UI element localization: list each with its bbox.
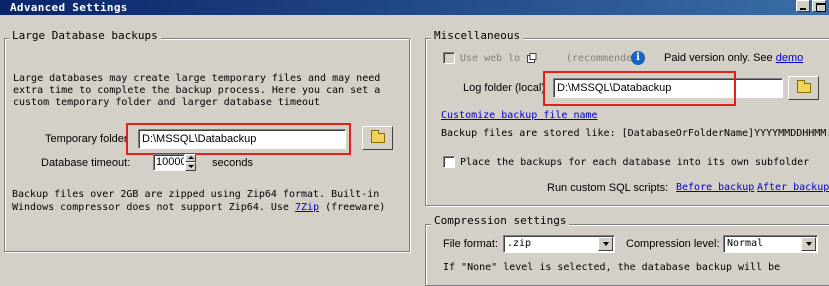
file-format-value: .zip <box>507 238 532 249</box>
before-backup-link[interactable]: Before backup <box>676 182 754 193</box>
log-folder-browse-button[interactable] <box>788 76 819 100</box>
log-folder-highlight <box>543 71 736 106</box>
subfolder-label: Place the backups for each database into… <box>460 157 810 168</box>
log-folder-label: Log folder (local) <box>463 82 545 94</box>
title-bar: Advanced Settings <box>0 0 829 15</box>
paid-version-label: Paid version only. See <box>664 52 776 64</box>
use-weblog-checkbox[interactable] <box>443 52 455 64</box>
timeout-down-button[interactable] <box>185 162 196 171</box>
minimize-button[interactable] <box>796 0 810 12</box>
custom-sql-label: Run custom SQL scripts: <box>547 182 669 194</box>
large-db-desc-1: Large databases may create large tempora… <box>13 73 381 84</box>
window-title: Advanced Settings <box>10 1 128 14</box>
demo-link[interactable]: demo <box>776 52 804 64</box>
large-db-legend: Large Database backups <box>9 29 161 42</box>
timeout-unit: seconds <box>212 157 253 169</box>
use-weblog-label: Use web lo <box>460 53 521 64</box>
subfolder-checkbox[interactable] <box>443 156 455 168</box>
timeout-input[interactable]: 10000 <box>153 154 185 171</box>
zip-note-prefix: Windows compressor does not support Zip6… <box>12 202 295 213</box>
after-backup-link[interactable]: After backup <box>757 182 829 193</box>
folder-icon <box>370 130 385 143</box>
chevron-down-icon[interactable] <box>598 237 613 251</box>
chevron-down-icon[interactable] <box>801 237 816 251</box>
temp-folder-browse-button[interactable] <box>362 126 393 150</box>
misc-legend: Miscellaneous <box>431 29 524 42</box>
large-db-desc-3: custom temporary folder and larger datab… <box>13 97 321 108</box>
compression-level-value: Normal <box>727 238 764 249</box>
stored-like-text: Backup files are stored like: [DatabaseO… <box>441 128 829 139</box>
compression-level-select[interactable]: Normal <box>723 235 818 253</box>
temp-folder-label: Temporary folder <box>45 133 128 145</box>
zip-note-2: Windows compressor does not support Zip6… <box>12 202 385 213</box>
customize-file-name-link[interactable]: Customize backup file name <box>441 110 598 121</box>
timeout-up-button[interactable] <box>185 154 196 162</box>
compression-legend: Compression settings <box>431 214 570 227</box>
7zip-link[interactable]: 7Zip <box>295 202 319 213</box>
large-db-desc-2: extra time to complete the backup proces… <box>13 85 381 96</box>
compression-group <box>425 224 829 286</box>
temp-folder-highlight <box>126 123 351 155</box>
timeout-label: Database timeout: <box>41 157 131 169</box>
window-icon <box>0 0 7 15</box>
info-icon[interactable]: i <box>631 51 645 65</box>
file-format-select[interactable]: .zip <box>503 235 615 253</box>
file-format-label: File format: <box>443 238 499 250</box>
zip-note-1: Backup files over 2GB are zipped using Z… <box>12 189 380 200</box>
paid-version-text: Paid version only. See demo <box>664 52 803 64</box>
zip-note-suffix: (freeware) <box>319 202 386 213</box>
weblog-icon <box>527 53 537 63</box>
recommended-label: (recommende <box>566 53 633 64</box>
maximize-button[interactable] <box>812 0 826 12</box>
compression-level-label: Compression level: <box>626 238 720 250</box>
none-level-note: If "None" level is selected, the databas… <box>443 262 781 273</box>
folder-icon <box>796 80 811 93</box>
